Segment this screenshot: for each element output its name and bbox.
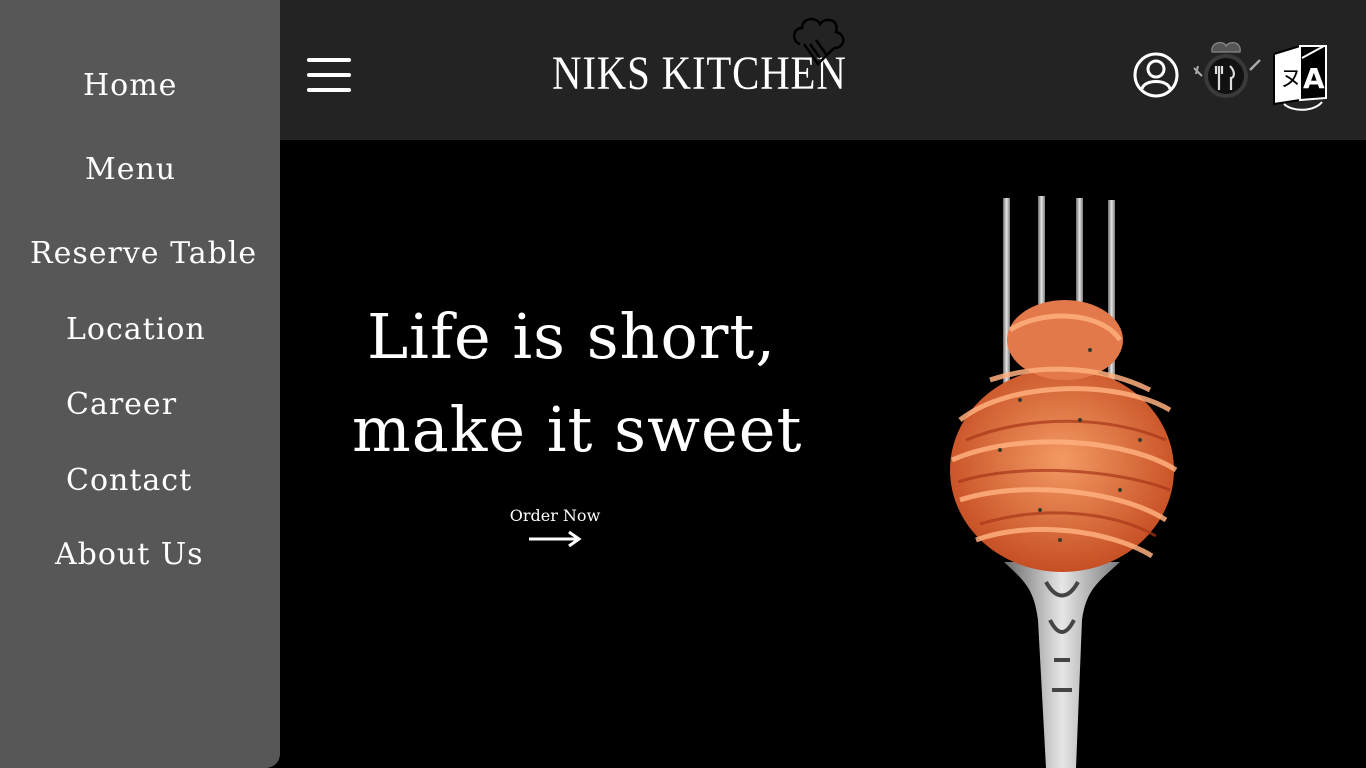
chef-cutlery-icon[interactable] bbox=[1190, 38, 1262, 104]
sidebar-item-career[interactable]: Career bbox=[66, 387, 177, 422]
svg-text:ヌ: ヌ bbox=[1280, 67, 1302, 92]
sidebar-item-contact[interactable]: Contact bbox=[66, 463, 192, 498]
sidebar-item-location[interactable]: Location bbox=[66, 312, 206, 347]
hero-headline-line2: make it sweet bbox=[352, 393, 803, 466]
sidebar-nav: Home Menu Reserve Table Location Career … bbox=[0, 0, 280, 768]
translate-icon[interactable]: ヌ A bbox=[1272, 42, 1334, 112]
sidebar-item-menu[interactable]: Menu bbox=[85, 152, 176, 187]
top-bar: NIKS KITCHEN ヌ A bbox=[280, 0, 1366, 140]
sidebar-item-about-us[interactable]: About Us bbox=[55, 537, 204, 572]
hero-headline-line1: Life is short, bbox=[367, 300, 777, 373]
chef-hat-icon bbox=[793, 17, 845, 66]
order-now-label: Order Now bbox=[509, 506, 601, 525]
sidebar-item-home[interactable]: Home bbox=[83, 68, 177, 103]
user-icon[interactable] bbox=[1132, 51, 1180, 99]
menu-icon[interactable] bbox=[307, 58, 353, 94]
spaghetti-fork-image bbox=[950, 196, 1178, 768]
order-now-button[interactable]: Order Now bbox=[500, 506, 610, 562]
svg-text:A: A bbox=[1303, 62, 1325, 95]
arrow-right-icon bbox=[529, 530, 582, 548]
sidebar-item-reserve-table[interactable]: Reserve Table bbox=[30, 236, 257, 271]
